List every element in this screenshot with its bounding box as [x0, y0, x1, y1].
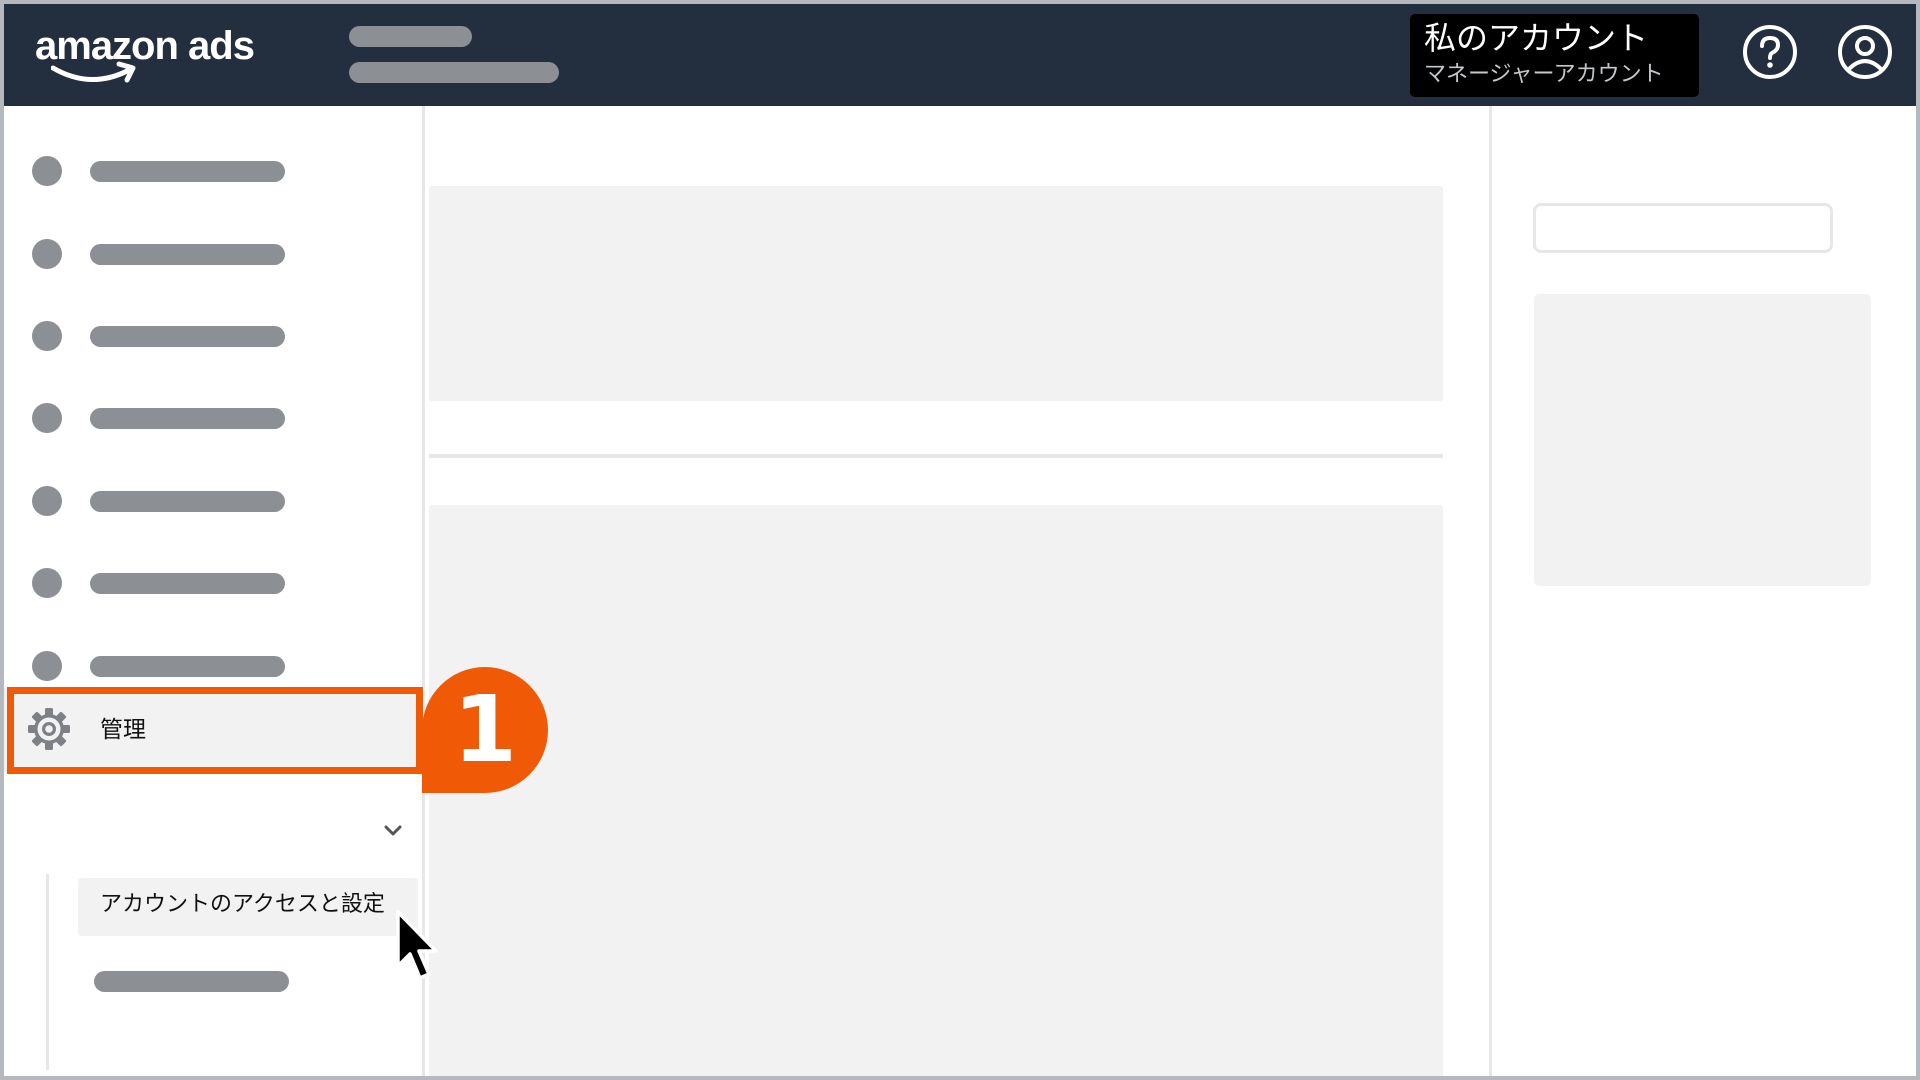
nav-item-placeholder	[90, 161, 285, 182]
highlight-box	[7, 687, 423, 774]
subnav-guide-line	[46, 874, 49, 1070]
smile-arrow-icon	[51, 61, 136, 83]
sidebar-item[interactable]	[4, 150, 304, 190]
nav-item-icon	[32, 568, 62, 598]
sidebar-subitem-label: アカウントのアクセスと設定	[100, 892, 385, 917]
nav-item-placeholder	[90, 326, 285, 347]
help-icon[interactable]	[1741, 23, 1799, 81]
sidebar-item[interactable]	[4, 480, 304, 520]
nav-item-icon	[32, 239, 62, 269]
nav-item-icon	[32, 403, 62, 433]
sidebar-item[interactable]	[4, 315, 304, 355]
sidebar-subitem-placeholder[interactable]	[94, 971, 289, 992]
sidebar-item[interactable]	[4, 645, 304, 685]
right-panel-divider	[1489, 106, 1492, 1076]
account-type: マネージャーアカウント	[1424, 62, 1664, 87]
step-badge: 1	[422, 667, 548, 793]
nav-item-placeholder	[90, 491, 285, 512]
app-window: amazon ads 私のアカウント マネージャーアカウント 管理 アカウントの…	[0, 0, 1920, 1080]
header-placeholder-line	[349, 62, 559, 83]
header-placeholder-line	[349, 26, 472, 47]
nav-item-icon	[32, 651, 62, 681]
right-panel-input[interactable]	[1533, 203, 1833, 253]
top-navigation-bar: amazon ads 私のアカウント マネージャーアカウント	[4, 4, 1916, 106]
step-number: 1	[452, 676, 517, 783]
user-account-icon[interactable]	[1836, 23, 1894, 81]
amazon-ads-logo[interactable]: amazon ads	[35, 22, 265, 94]
account-switcher[interactable]: 私のアカウント マネージャーアカウント	[1410, 14, 1699, 97]
content-panel	[429, 186, 1443, 401]
nav-item-placeholder	[90, 408, 285, 429]
sidebar-item[interactable]	[4, 233, 304, 273]
sidebar-item[interactable]	[4, 562, 304, 602]
content-panel	[429, 505, 1443, 1076]
nav-item-placeholder	[90, 573, 285, 594]
nav-item-icon	[32, 156, 62, 186]
chevron-down-icon[interactable]	[383, 824, 403, 838]
mouse-cursor-icon	[396, 910, 438, 980]
content-divider	[429, 454, 1443, 458]
nav-item-icon	[32, 486, 62, 516]
nav-item-icon	[32, 321, 62, 351]
nav-item-placeholder	[90, 656, 285, 677]
account-title: 私のアカウント	[1424, 19, 1649, 57]
right-panel-card	[1534, 294, 1871, 586]
nav-item-placeholder	[90, 244, 285, 265]
sidebar-item[interactable]	[4, 397, 304, 437]
sidebar-subitem-account-access-settings[interactable]: アカウントのアクセスと設定	[78, 878, 418, 936]
